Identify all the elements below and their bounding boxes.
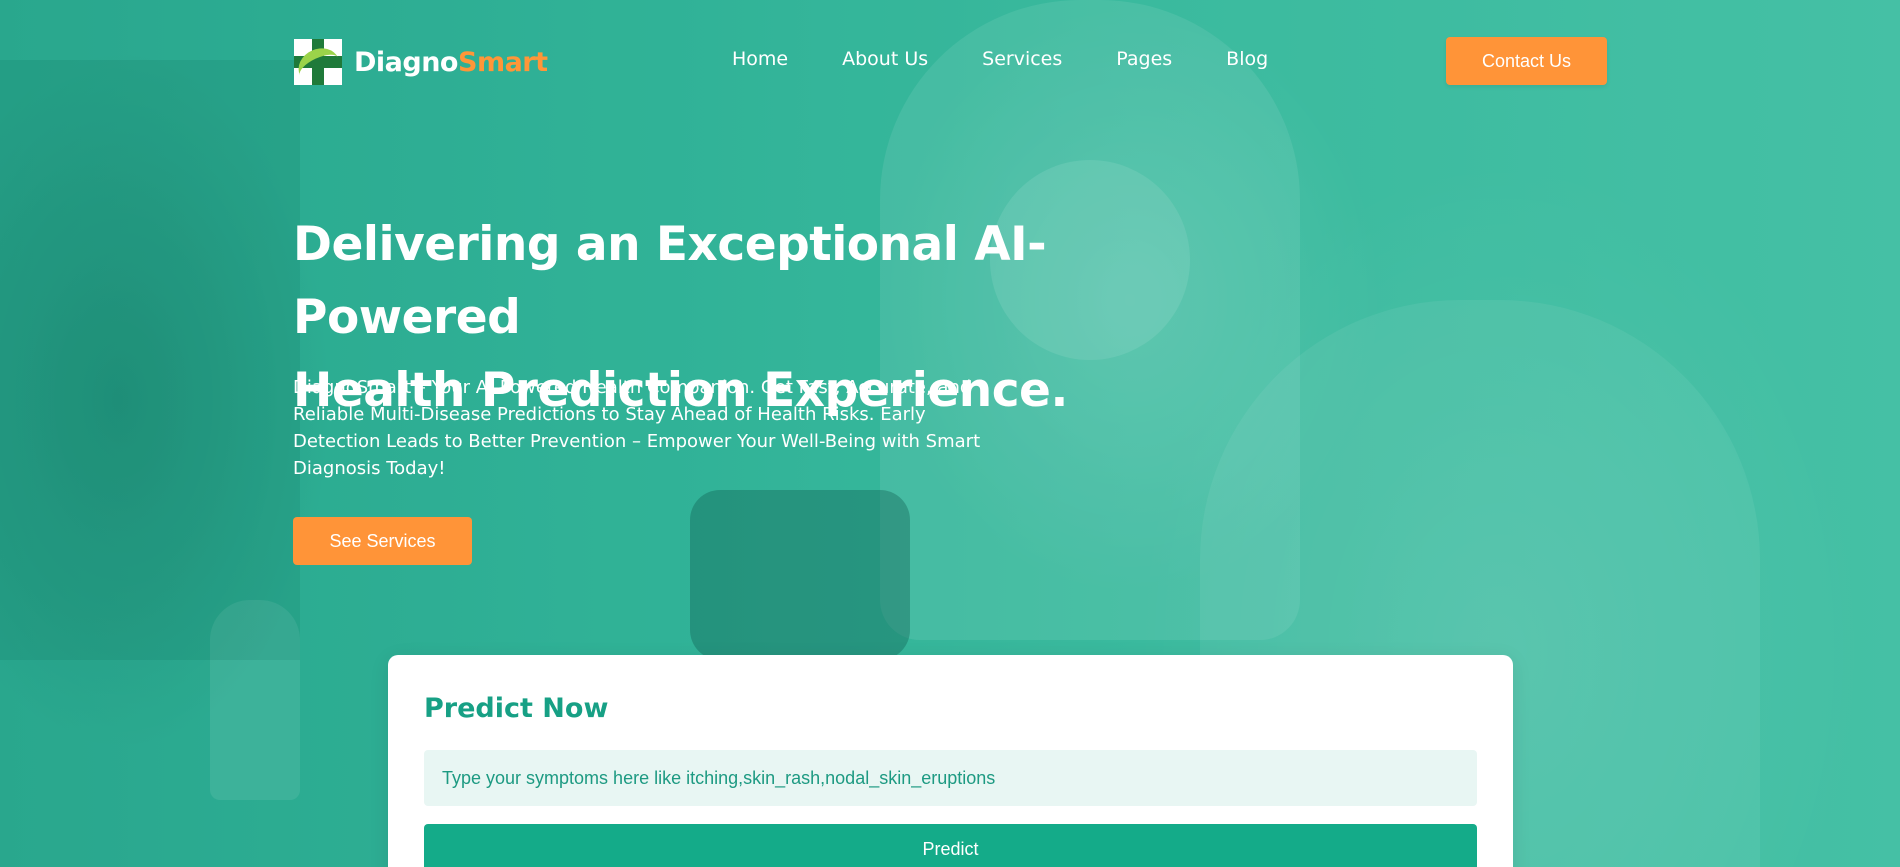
page: DiagnoSmart Home About Us Services Pages… [0,0,1900,867]
site-logo[interactable]: DiagnoSmart [294,39,548,85]
hero-title-line1: Delivering an Exceptional AI-Powered [293,217,1047,345]
predict-title: Predict Now [424,693,609,724]
predict-button[interactable]: Predict [424,824,1477,867]
hero-description: DiagnoSmart – Your AI-Powered Health Com… [293,377,981,479]
logo-text-part2: Smart [458,46,548,78]
nav-item-about-us[interactable]: About Us [842,48,928,70]
nav-item-home[interactable]: Home [732,48,788,70]
logo-wordmark: DiagnoSmart [354,47,548,78]
see-services-button[interactable]: See Services [293,517,472,565]
contact-us-button[interactable]: Contact Us [1446,37,1607,85]
nav-item-services[interactable]: Services [982,48,1062,70]
nav-item-blog[interactable]: Blog [1226,48,1268,70]
medical-cross-logo-icon [294,39,342,85]
main-nav: Home About Us Services Pages Blog [732,48,1322,70]
symptoms-input[interactable] [424,750,1477,806]
logo-text-part1: Diagno [354,46,459,78]
nav-item-pages[interactable]: Pages [1116,48,1172,70]
predict-card: Predict Now Predict [388,655,1513,867]
